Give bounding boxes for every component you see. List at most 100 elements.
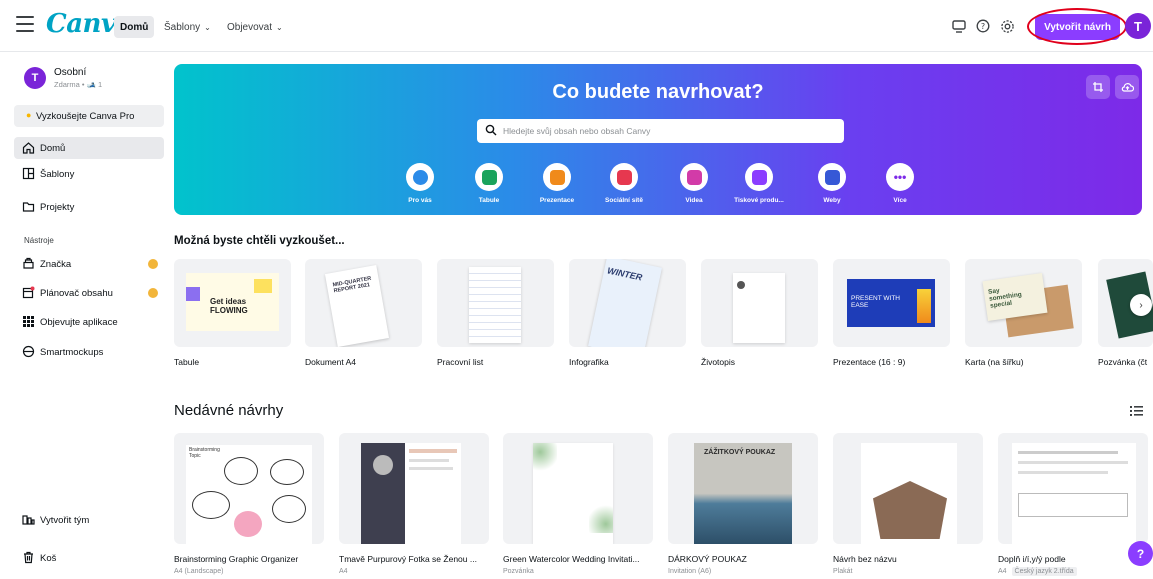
sidebar-item-label: Plánovač obsahu — [40, 287, 113, 299]
user-avatar[interactable]: T — [1125, 13, 1151, 39]
crop-icon[interactable] — [1086, 75, 1110, 99]
recent-design-card[interactable] — [339, 433, 489, 544]
recent-design-title[interactable]: Green Watercolor Wedding Invitati... — [503, 554, 653, 564]
nav-home-label: Domů — [120, 21, 149, 33]
recent-design-sub: A4 (Landscape) — [174, 568, 224, 575]
folder-tag[interactable]: Český jazyk 2.třída — [1011, 567, 1077, 576]
sidebar-item-projects[interactable]: Projekty — [14, 196, 164, 218]
sidebar-item-planner[interactable]: Plánovač obsahu — [14, 282, 164, 304]
team-icon — [22, 515, 35, 525]
category-websites[interactable]: Weby — [802, 163, 862, 204]
trash-icon — [24, 551, 33, 564]
suggestion-card-infographic[interactable]: WINTER — [569, 259, 686, 347]
suggestion-label: Pracovní list — [437, 357, 484, 367]
recent-design-sub: Pozvánka — [503, 568, 534, 575]
sidebar-item-label: Domů — [40, 142, 66, 154]
category-label: Sociální sítě — [605, 197, 643, 204]
suggestion-card-whiteboard[interactable]: Get ideas FLOWING — [174, 259, 291, 347]
recent-design-card[interactable] — [503, 433, 653, 544]
recent-design-title[interactable]: Brainstorming Graphic Organizer — [174, 554, 324, 564]
suggestion-card-resume[interactable] — [701, 259, 818, 347]
create-team-button[interactable]: Vytvořit tým — [14, 509, 164, 531]
pro-badge-icon — [148, 259, 158, 269]
suggestion-label: Pozvánka (čt — [1098, 357, 1148, 367]
recent-design-title[interactable]: Návrh bez názvu — [833, 554, 983, 564]
thumb-text: PRESENT WITH EASE — [851, 295, 900, 309]
nav-templates[interactable]: Šablony ⌄ — [158, 16, 217, 38]
suggestion-card-worksheet[interactable] — [437, 259, 554, 347]
category-label: Více — [893, 197, 907, 204]
recent-design-title[interactable]: Tmavě Purpurový Fotka se Ženou ... — [339, 554, 489, 564]
video-icon — [680, 163, 708, 191]
category-label: Tiskové produ... — [734, 197, 784, 204]
recent-design-card[interactable] — [833, 433, 983, 544]
suggestion-label: Karta (na šířku) — [965, 357, 1024, 367]
recent-design-title[interactable]: Doplň i/í,y/ý podle — [998, 554, 1128, 564]
sparkle-icon — [406, 163, 434, 191]
recent-design-title[interactable]: DÁRKOVÝ POUKAZ — [668, 554, 818, 564]
try-pro-label: Vyzkoušejte Canva Pro — [36, 110, 135, 122]
suggestion-label: Tabule — [174, 357, 200, 367]
recent-design-card[interactable]: Brainstorming Topic — [174, 433, 324, 544]
sidebar-item-brand[interactable]: Značka — [14, 253, 164, 275]
settings-gear-icon[interactable] — [998, 17, 1016, 35]
nav-discover[interactable]: Objevovat ⌄ — [221, 16, 289, 38]
category-video[interactable]: Videa — [664, 163, 724, 204]
recent-design-sub: A4 — [339, 568, 348, 575]
category-presentation[interactable]: Prezentace — [527, 163, 587, 204]
search-placeholder: Hledejte svůj obsah nebo obsah Canvy — [503, 126, 651, 136]
sidebar-item-label: Šablony — [40, 168, 75, 180]
account-switcher[interactable]: T Osobní Zdarma • 🎿 1 — [24, 65, 164, 95]
create-team-label: Vytvořit tým — [40, 514, 90, 526]
crown-icon: ● — [26, 110, 32, 120]
suggestion-card-presentation[interactable]: PRESENT WITH EASE — [833, 259, 950, 347]
account-name: Osobní — [54, 67, 87, 78]
desktop-app-icon[interactable] — [950, 17, 968, 35]
sidebar-item-templates[interactable]: Šablony — [14, 163, 164, 185]
category-for-you[interactable]: Pro vás — [390, 163, 450, 204]
chevron-down-icon: ⌄ — [276, 22, 283, 32]
chevron-right-icon[interactable]: › — [1130, 294, 1152, 316]
recent-design-card[interactable] — [998, 433, 1148, 544]
nav-templates-label: Šablony — [164, 21, 201, 33]
tools-heading: Nástroje — [24, 236, 54, 245]
thumb-text: Brainstorming Topic — [189, 447, 220, 459]
calendar-icon — [22, 286, 35, 299]
upload-cloud-icon[interactable] — [1115, 75, 1139, 99]
category-social[interactable]: Sociální sítě — [594, 163, 654, 204]
suggestion-label: Životopis — [701, 357, 736, 367]
account-avatar: T — [24, 67, 46, 89]
menu-icon[interactable] — [16, 16, 34, 32]
templates-icon — [22, 167, 35, 180]
sidebar-item-label: Značka — [40, 258, 72, 270]
category-label: Tabule — [478, 197, 500, 204]
sidebar-item-smartmockups[interactable]: Smartmockups — [14, 341, 164, 363]
suggestion-label: Infografika — [569, 357, 609, 367]
help-button[interactable]: ? — [1128, 541, 1153, 566]
recent-design-card[interactable]: ZÁŽITKOVÝ POUKAZ — [668, 433, 818, 544]
category-more[interactable]: ••• Více — [870, 163, 930, 204]
nav-discover-label: Objevovat — [227, 21, 273, 33]
help-circle-icon[interactable]: ? — [974, 17, 992, 35]
sidebar-item-apps[interactable]: Objevujte aplikace — [14, 311, 164, 333]
sidebar: T Osobní Zdarma • 🎿 1 ● Vyzkoušejte Canv… — [0, 53, 170, 579]
apps-grid-icon — [23, 316, 34, 327]
search-input[interactable]: Hledejte svůj obsah nebo obsah Canvy — [477, 119, 844, 143]
try-pro-button[interactable]: ● Vyzkoušejte Canva Pro — [14, 105, 164, 127]
nav-home[interactable]: Domů — [114, 16, 155, 38]
category-print[interactable]: Tiskové produ... — [729, 163, 789, 204]
recent-design-format: A4 — [998, 568, 1007, 575]
sidebar-item-home[interactable]: Domů — [14, 137, 164, 159]
suggestion-card-document[interactable]: MID-QUARTER REPORT 2021 — [305, 259, 422, 347]
whiteboard-icon — [475, 163, 503, 191]
top-bar: Canva Domů Šablony ⌄ Objevovat ⌄ ? Vytvoři… — [0, 0, 1153, 52]
list-view-icon[interactable] — [1130, 404, 1144, 418]
thumb-text: ZÁŽITKOVÝ POUKAZ — [704, 449, 776, 456]
trash-button[interactable]: Koš — [14, 547, 164, 569]
recent-design-sub: Plakát — [833, 568, 853, 575]
suggestion-card-card[interactable]: Say something special — [965, 259, 1082, 347]
category-whiteboard[interactable]: Tabule — [459, 163, 519, 204]
heart-icon — [610, 163, 638, 191]
create-design-button[interactable]: Vytvořit návrh — [1035, 14, 1120, 40]
search-icon — [485, 124, 497, 136]
